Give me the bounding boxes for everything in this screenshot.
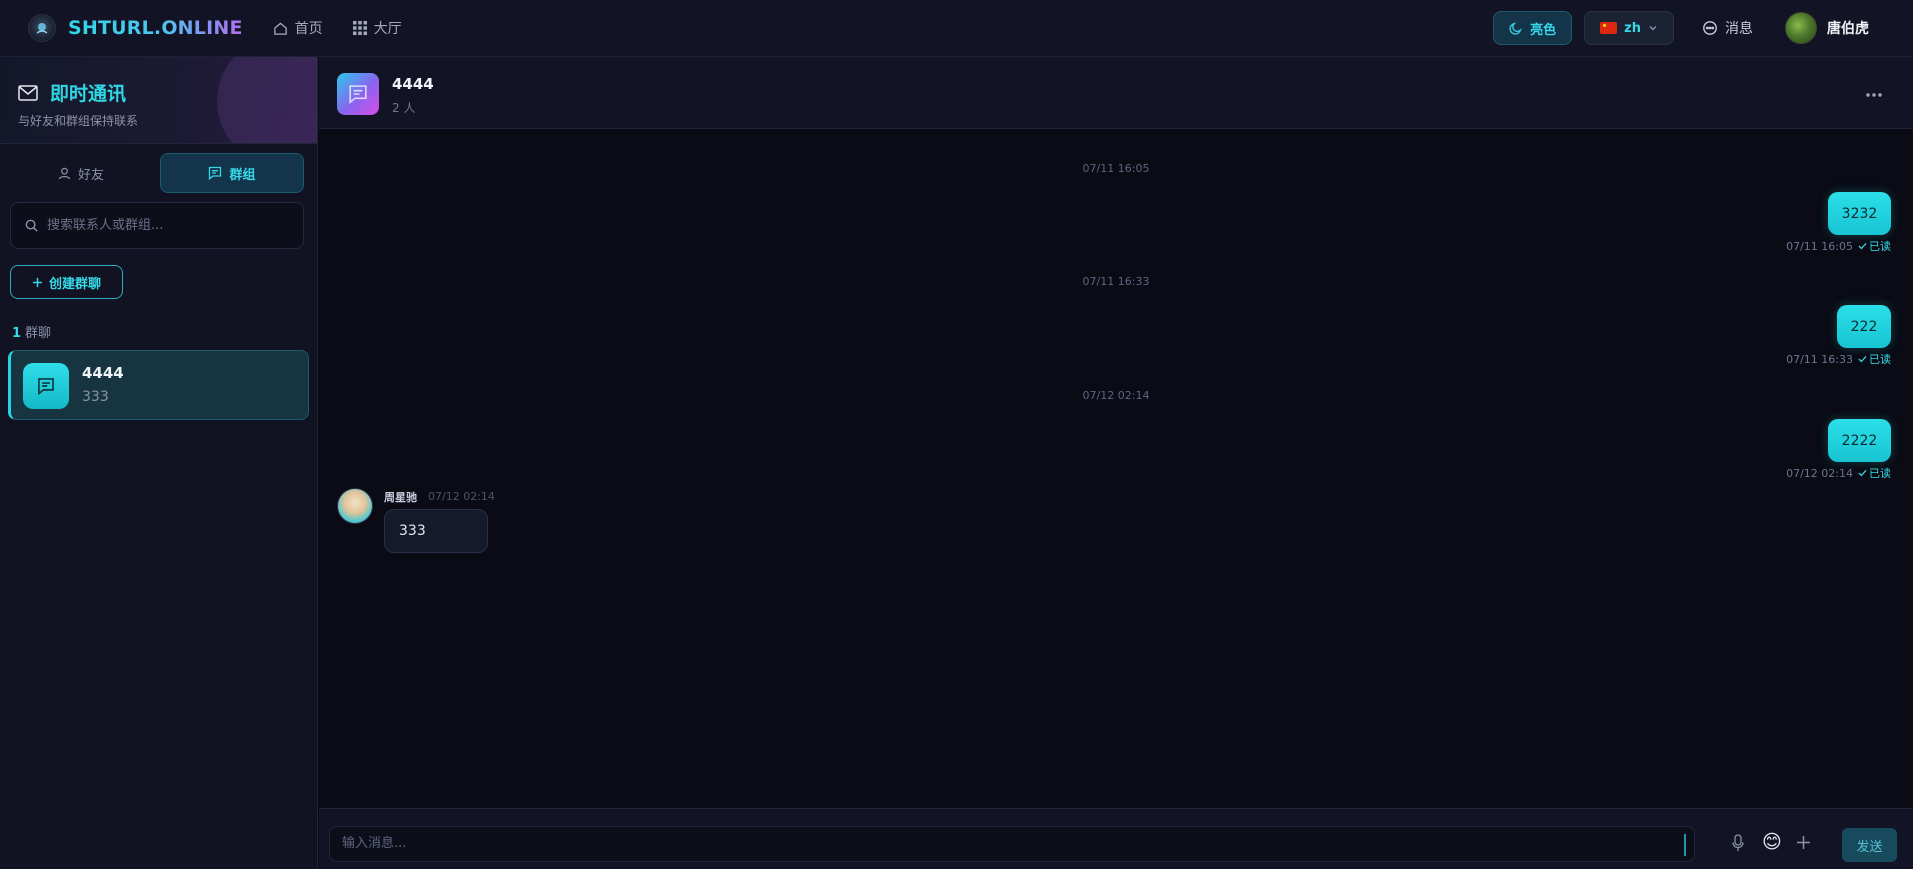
tab-groups-label: 群组 bbox=[229, 167, 256, 183]
member-count: 2 人 bbox=[392, 101, 416, 115]
messages-label: 消息 bbox=[1725, 21, 1753, 37]
chat-avatar bbox=[337, 73, 379, 115]
voice-button[interactable] bbox=[1732, 834, 1744, 852]
top-navigation-bar: SHTURL.ONLINE 首页 大厅 亮色 zh 消息 唐伯虎 bbox=[0, 0, 1913, 57]
grid-icon bbox=[352, 21, 367, 35]
tab-friends[interactable]: 好友 bbox=[10, 153, 152, 193]
china-flag-icon bbox=[1600, 22, 1618, 34]
message-input[interactable] bbox=[342, 836, 1662, 851]
text-caret bbox=[1684, 834, 1686, 856]
tab-friends-label: 好友 bbox=[77, 167, 104, 183]
message-meta: 07/12 02:14 已读 bbox=[1786, 465, 1891, 481]
search-icon bbox=[25, 219, 38, 232]
group-name: 4444 bbox=[82, 364, 124, 382]
logo[interactable]: SHTURL.ONLINE bbox=[28, 14, 243, 42]
theme-toggle-label: 亮色 bbox=[1530, 22, 1557, 38]
outgoing-message[interactable]: 2222 bbox=[1828, 419, 1891, 462]
nav-home[interactable]: 首页 bbox=[273, 18, 323, 38]
nav-lobby-label: 大厅 bbox=[373, 21, 402, 37]
message-meta: 07/11 16:05 已读 bbox=[1786, 238, 1891, 254]
moon-icon bbox=[1509, 22, 1522, 35]
message-time: 07/11 16:05 bbox=[1786, 239, 1853, 253]
logo-text: SHTURL.ONLINE bbox=[68, 17, 243, 39]
language-select[interactable]: zh bbox=[1584, 11, 1674, 45]
theme-toggle-button[interactable]: 亮色 bbox=[1493, 11, 1573, 45]
group-count: 1 群聊 bbox=[12, 322, 51, 341]
message-list[interactable]: 07/11 16:05 3232 07/11 16:05 已读 07/11 16… bbox=[319, 130, 1913, 808]
messages-link[interactable]: 消息 bbox=[1702, 18, 1753, 38]
sidebar: 即时通讯 与好友和群组保持联系 好友 群组 创建群聊 1群聊 4444 333 bbox=[0, 57, 318, 869]
more-options-button[interactable] bbox=[1865, 83, 1883, 102]
contact-tabs: 好友 群组 bbox=[10, 153, 304, 193]
sidebar-title-text: 即时通讯 bbox=[50, 83, 127, 105]
attach-button[interactable] bbox=[1796, 835, 1811, 850]
group-count-label: 群聊 bbox=[25, 326, 52, 341]
timestamp-divider: 07/11 16:33 bbox=[1082, 275, 1150, 288]
message-square-icon bbox=[38, 378, 54, 395]
header-decoration bbox=[217, 57, 317, 143]
chat-header: 4444 2 人 bbox=[319, 57, 1913, 129]
more-horizontal-icon bbox=[1866, 93, 1882, 97]
sidebar-header: 即时通讯 与好友和群组保持联系 bbox=[0, 57, 317, 144]
message-square-icon bbox=[349, 85, 367, 104]
group-avatar bbox=[23, 363, 69, 409]
nav-lobby[interactable]: 大厅 bbox=[352, 18, 402, 38]
message-composer: 😊 发送 bbox=[319, 808, 1913, 869]
tab-groups[interactable]: 群组 bbox=[160, 153, 304, 193]
read-status: 已读 bbox=[1858, 465, 1891, 481]
timestamp-divider: 07/12 02:14 bbox=[1082, 389, 1150, 402]
create-group-label: 创建群聊 bbox=[48, 276, 101, 292]
sidebar-title: 即时通讯 bbox=[18, 79, 126, 106]
mail-icon bbox=[18, 84, 38, 101]
logo-icon bbox=[28, 14, 56, 42]
timestamp-divider: 07/11 16:05 bbox=[1082, 162, 1150, 175]
message-time: 07/11 16:33 bbox=[1786, 352, 1853, 366]
read-status-label: 已读 bbox=[1869, 240, 1891, 253]
read-status-label: 已读 bbox=[1869, 467, 1891, 480]
incoming-message[interactable]: 333 bbox=[384, 509, 488, 553]
microphone-icon bbox=[1732, 834, 1744, 851]
sender-name: 周星驰 bbox=[384, 491, 417, 504]
group-last-message: 333 bbox=[82, 389, 109, 405]
plus-icon bbox=[32, 277, 43, 287]
language-label: zh bbox=[1624, 20, 1641, 36]
plus-icon bbox=[1797, 836, 1810, 849]
message-time: 07/12 02:14 bbox=[1786, 466, 1853, 480]
message-time: 07/12 02:14 bbox=[428, 490, 495, 503]
outgoing-message[interactable]: 3232 bbox=[1828, 192, 1891, 235]
check-icon bbox=[1858, 355, 1867, 363]
create-group-button[interactable]: 创建群聊 bbox=[10, 265, 123, 299]
emoji-icon: 😊 bbox=[1762, 831, 1782, 853]
user-name: 唐伯虎 bbox=[1827, 21, 1869, 37]
nav-home-label: 首页 bbox=[294, 21, 323, 37]
avatar[interactable] bbox=[337, 488, 373, 524]
check-icon bbox=[1858, 469, 1867, 477]
chat-title: 4444 bbox=[392, 75, 434, 93]
home-icon bbox=[273, 21, 287, 35]
read-status: 已读 bbox=[1858, 351, 1891, 367]
search-input[interactable] bbox=[47, 218, 287, 233]
user-icon bbox=[58, 167, 71, 179]
avatar bbox=[1785, 12, 1817, 44]
chat-bubble-icon bbox=[1703, 21, 1717, 35]
outgoing-message[interactable]: 222 bbox=[1837, 305, 1891, 348]
read-status-label: 已读 bbox=[1869, 353, 1891, 366]
message-input-wrapper bbox=[329, 826, 1695, 862]
check-icon bbox=[1858, 242, 1867, 250]
user-menu[interactable]: 唐伯虎 bbox=[1785, 12, 1869, 44]
message-meta: 07/11 16:33 已读 bbox=[1786, 351, 1891, 367]
group-count-number: 1 bbox=[12, 326, 22, 341]
list-item[interactable]: 4444 333 bbox=[8, 350, 309, 420]
read-status: 已读 bbox=[1858, 238, 1891, 254]
chevron-down-icon bbox=[1649, 26, 1657, 31]
emoji-button[interactable]: 😊 bbox=[1762, 831, 1782, 853]
send-button[interactable]: 发送 bbox=[1842, 828, 1897, 862]
message-square-icon bbox=[209, 166, 222, 180]
sidebar-subtitle: 与好友和群组保持联系 bbox=[18, 114, 139, 128]
search-box bbox=[10, 202, 304, 249]
